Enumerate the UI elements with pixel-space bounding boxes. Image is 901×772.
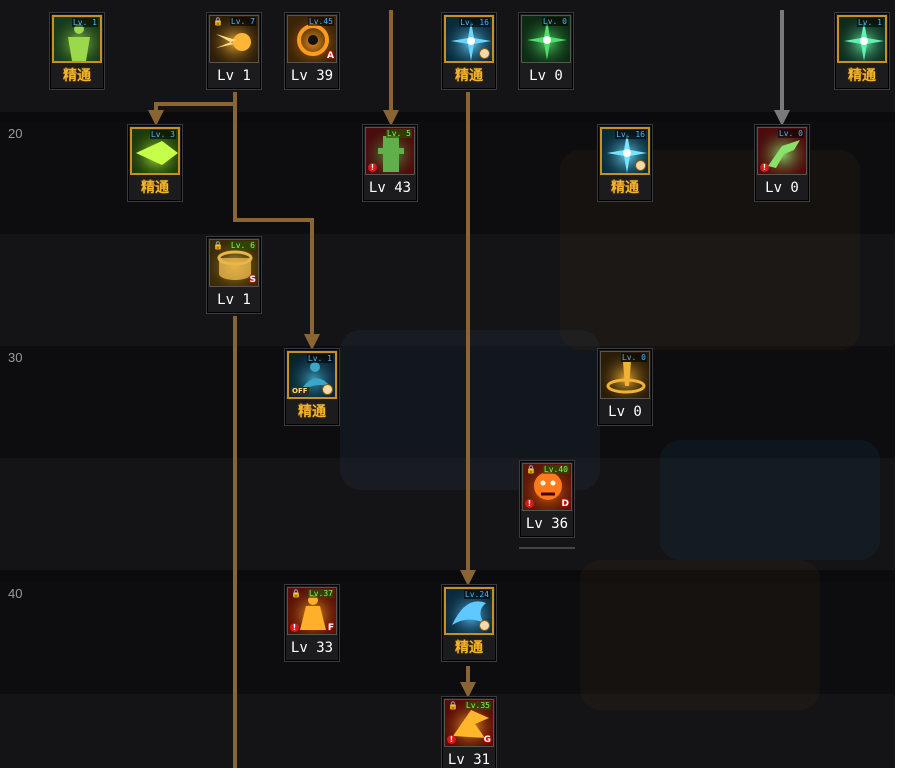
mastery-label: 精通 <box>298 404 326 420</box>
warning-icon: ! <box>290 623 299 632</box>
skill-slot-ice-spark[interactable]: Lv. 16 精通 <box>441 12 497 90</box>
skill-level-label: Lv 1 <box>217 68 251 84</box>
skill-grade-badge: D <box>561 499 569 509</box>
skill-slot-energy-wave[interactable]: Lv. 3 精通 <box>127 124 183 202</box>
skill-slot-fire-blast[interactable]: Lv. 7 🔒 Lv 1 <box>206 12 262 90</box>
ice-burst-icon: Lv. 16 <box>444 15 494 63</box>
skill-grade-badge: F <box>327 623 334 633</box>
kick-icon: Lv. 0! <box>757 127 807 175</box>
skill-slot-sand-swirl[interactable]: Lv. 0 Lv 0 <box>597 348 653 426</box>
lock-icon: 🔒 <box>213 17 223 26</box>
skill-level-tag: Lv.37 <box>307 589 334 598</box>
skill-slot-green-kick[interactable]: Lv. 0! Lv 0 <box>754 124 810 202</box>
skill-level-tag: Lv. 3 <box>149 130 176 139</box>
clock-icon <box>479 620 490 631</box>
green-star-icon: Lv. 1 <box>837 15 887 63</box>
skill-slot-green-burst[interactable]: Lv. 0 Lv 0 <box>518 12 574 90</box>
skill-level-tag: Lv. 5 <box>385 129 412 138</box>
skill-slot-stone-statue[interactable]: Lv. 5! Lv 43 <box>362 124 418 202</box>
skill-slot-ice-flash[interactable]: Lv. 16 精通 <box>597 124 653 202</box>
lock-icon: 🔒 <box>291 589 301 598</box>
skill-level-tag: Lv. 1 <box>856 18 883 27</box>
skill-level-tag: Lv. 1 <box>306 354 333 363</box>
skill-slot-golden-ring[interactable]: Lv. 6 🔒 S Lv 1 <box>206 236 262 314</box>
off-toggle-badge: OFF <box>291 387 309 395</box>
warning-icon: ! <box>368 163 377 172</box>
energy-wave-icon: Lv. 3 <box>130 127 180 175</box>
skill-level-tag: Lv. 16 <box>615 130 646 139</box>
lock-icon: 🔒 <box>213 241 223 250</box>
skill-level-tag: Lv. 0 <box>620 353 647 362</box>
skill-level-tag: Lv. 6 <box>229 241 256 250</box>
skill-level-tag: Lv. 1 <box>71 18 98 27</box>
skill-grade-badge: S <box>249 275 256 285</box>
fireball-icon: Lv. 7 🔒 <box>209 15 259 63</box>
skill-level-tag: Lv.40 <box>542 465 569 474</box>
link-arrow <box>148 92 237 126</box>
skill-level-tag: Lv.35 <box>464 701 491 710</box>
sand-swirl-icon: Lv. 0 <box>600 351 650 399</box>
water-guard-icon: Lv. 1 OFF <box>287 351 337 399</box>
ice-flash-icon: Lv. 16 <box>600 127 650 175</box>
warning-icon: ! <box>447 735 456 744</box>
statue-icon: Lv. 5! <box>365 127 415 175</box>
skill-grade-badge: A <box>327 51 334 61</box>
clock-icon <box>479 48 490 59</box>
demon-icon: Lv.40 🔒 D! <box>522 463 572 511</box>
skill-slot-vortex[interactable]: Lv.45 A Lv 39 <box>284 12 340 90</box>
mastery-label: 精通 <box>141 180 169 196</box>
skill-level-label: Lv 33 <box>290 640 334 656</box>
mastery-label: 精通 <box>63 68 91 84</box>
skill-level-label: Lv 36 <box>525 516 569 532</box>
skill-level-label: Lv 0 <box>765 180 799 196</box>
skill-level-tag: Lv. 16 <box>459 18 490 27</box>
lock-icon: 🔒 <box>448 701 458 710</box>
skill-slot-dragon-wave[interactable]: Lv.24 精通 <box>441 584 497 662</box>
skill-level-label: Lv 39 <box>290 68 334 84</box>
mastery-label: 精通 <box>611 180 639 196</box>
warning-icon: ! <box>525 499 534 508</box>
skill-grade-badge: G <box>483 735 491 745</box>
muscle-body-icon: Lv. 1 <box>52 15 102 63</box>
fire-warrior-icon: Lv.37 🔒 F! <box>287 587 337 635</box>
mastery-label: 精通 <box>455 640 483 656</box>
skill-level-tag: Lv.45 <box>307 17 334 26</box>
warning-icon: ! <box>760 163 769 172</box>
divider <box>519 547 575 549</box>
lock-icon: 🔒 <box>526 465 536 474</box>
skill-level-label: Lv 0 <box>608 404 642 420</box>
skill-tree-panel: 20 30 40 Lv. 1 精通 Lv. 7 🔒 Lv 1 Lv.45 A Lv 39 Lv.… <box>0 0 895 768</box>
skill-slot-green-star[interactable]: Lv. 1 精通 <box>834 12 890 90</box>
skill-slot-water-guard[interactable]: Lv. 1 OFF 精通 <box>284 348 340 426</box>
skill-level-label: Lv 31 <box>447 752 491 768</box>
mastery-label: 精通 <box>848 68 876 84</box>
clock-icon <box>322 384 333 395</box>
golden-ring-icon: Lv. 6 🔒 S <box>209 239 259 287</box>
mastery-label: 精通 <box>455 68 483 84</box>
skill-level-tag: Lv. 7 <box>229 17 256 26</box>
fire-strike-icon: Lv.35 🔒 G! <box>444 699 494 747</box>
skill-level-tag: Lv.24 <box>463 590 490 599</box>
skill-level-label: Lv 43 <box>368 180 412 196</box>
skill-level-label: Lv 0 <box>529 68 563 84</box>
skill-level-tag: Lv. 0 <box>541 17 568 26</box>
skill-slot-fire-warrior[interactable]: Lv.37 🔒 F! Lv 33 <box>284 584 340 662</box>
clock-icon <box>635 160 646 171</box>
skill-level-tag: Lv. 0 <box>777 129 804 138</box>
dragon-wave-icon: Lv.24 <box>444 587 494 635</box>
skill-slot-flame-demon[interactable]: Lv.40 🔒 D! Lv 36 <box>519 460 575 538</box>
skill-slot-body-aura[interactable]: Lv. 1 精通 <box>49 12 105 90</box>
skill-level-label: Lv 1 <box>217 292 251 308</box>
green-burst-icon: Lv. 0 <box>521 15 571 63</box>
vortex-icon: Lv.45 A <box>287 15 337 63</box>
skill-slot-fire-strike[interactable]: Lv.35 🔒 G! Lv 31 <box>441 696 497 768</box>
